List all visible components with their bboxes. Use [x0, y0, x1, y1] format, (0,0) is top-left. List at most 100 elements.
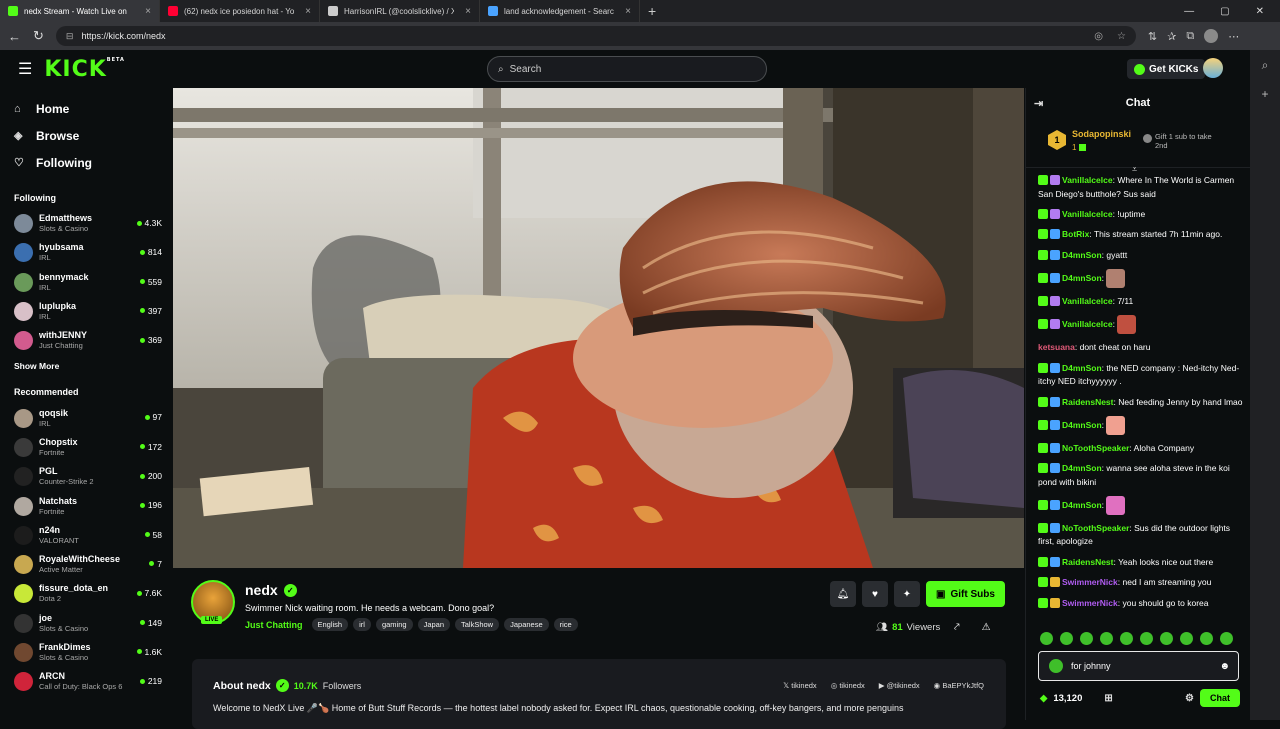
chat-username[interactable]: SwimmerNick: [1062, 598, 1118, 608]
video-player[interactable]: [173, 88, 1024, 568]
chat-username[interactable]: RaidensNest: [1062, 397, 1114, 407]
browser-tab[interactable]: land acknowledgement - Search ×: [480, 0, 640, 22]
instagram-social-link[interactable]: ◎ tikinedx: [831, 681, 865, 690]
sidebar-channel[interactable]: Edmatthews Slots & Casino 4.3K: [14, 209, 172, 238]
chat-username[interactable]: RaidensNest: [1062, 557, 1114, 567]
stream-tag[interactable]: English: [311, 618, 349, 631]
quick-emote-icon[interactable]: [1100, 632, 1113, 645]
chat-username[interactable]: D4mnSon: [1062, 500, 1102, 510]
sidebar-channel[interactable]: Natchats Fortnite 196: [14, 491, 172, 520]
sidebar-channel[interactable]: withJENNY Just Chatting 369: [14, 326, 172, 355]
browser-tab[interactable]: HarrisonIRL (@coolslicklive) / X ×: [320, 0, 480, 22]
chat-username[interactable]: NoToothSpeaker: [1062, 523, 1129, 533]
sidebar-channel[interactable]: joe Slots & Casino 149: [14, 609, 172, 638]
nav-home[interactable]: ⌂ Home: [14, 100, 172, 117]
chat-username[interactable]: Vanillalcelce: [1062, 296, 1113, 306]
user-avatar[interactable]: [1203, 58, 1223, 78]
x-social-link[interactable]: 𝕏 tikinedx: [783, 681, 817, 690]
maximize-icon[interactable]: ▢: [1220, 6, 1229, 17]
new-tab-button[interactable]: +: [640, 3, 664, 19]
collapse-chat-icon[interactable]: ⇥: [1034, 97, 1043, 110]
sidebar-channel[interactable]: FrankDimes Slots & Casino 1.6K: [14, 638, 172, 667]
sidebar-channel[interactable]: PGL Counter-Strike 2 200: [14, 462, 172, 491]
quick-emote-icon[interactable]: [1120, 632, 1133, 645]
quick-emote-icon[interactable]: [1220, 632, 1233, 645]
stream-tag[interactable]: Japanese: [504, 618, 549, 631]
sidebar-channel[interactable]: qoqsik IRL 97: [14, 403, 172, 432]
gift-prompt[interactable]: Gift 1 sub to take 2nd: [1143, 132, 1223, 150]
hamburger-menu-icon[interactable]: ☰: [18, 59, 32, 79]
chat-username[interactable]: Vanillalcelce: [1062, 209, 1113, 219]
chat-settings-icon[interactable]: ⚙: [1185, 693, 1194, 704]
stream-tag[interactable]: rice: [553, 618, 578, 631]
sidebar-channel[interactable]: n24n VALORANT 58: [14, 521, 172, 550]
store-icon[interactable]: ⊞: [1104, 693, 1112, 704]
chat-username[interactable]: D4mnSon: [1062, 250, 1102, 260]
youtube-social-link[interactable]: ▶ @tikinedx: [879, 681, 920, 690]
category-link[interactable]: Just Chatting: [245, 620, 303, 630]
sidebar-channel[interactable]: RoyaleWithCheese Active Matter 7: [14, 550, 172, 579]
gift-subs-button[interactable]: ▣ Gift Subs: [926, 581, 1005, 607]
chat-username[interactable]: NoToothSpeaker: [1062, 443, 1129, 453]
back-icon[interactable]: ←: [8, 29, 21, 44]
chat-username[interactable]: D4mnSon: [1062, 363, 1102, 373]
close-icon[interactable]: ✕: [1256, 6, 1264, 17]
close-tab-icon[interactable]: ×: [465, 6, 471, 17]
browser-tab[interactable]: (62) nedx ice posiedon hat - YouT ×: [160, 0, 320, 22]
add-icon[interactable]: +: [1261, 87, 1268, 101]
report-icon[interactable]: ⚠: [982, 622, 991, 633]
sidebar-channel[interactable]: ARCN Call of Duty: Black Ops 6 219: [14, 667, 172, 696]
close-tab-icon[interactable]: ×: [625, 6, 631, 17]
sidebar-channel[interactable]: hyubsama IRL 814: [14, 238, 172, 267]
stream-tag[interactable]: TalkShow: [455, 618, 500, 631]
follow-button[interactable]: ♥: [862, 581, 888, 607]
stream-tag[interactable]: irl: [353, 618, 371, 631]
browser-tab[interactable]: nedx Stream - Watch Live on ×: [0, 0, 160, 22]
tracking-icon[interactable]: ◎: [1094, 31, 1103, 42]
sidebar-channel[interactable]: Chopstix Fortnite 172: [14, 433, 172, 462]
quick-emote-icon[interactable]: [1080, 632, 1093, 645]
collections-icon[interactable]: ⧉: [1186, 30, 1194, 43]
quick-emote-icon[interactable]: [1060, 632, 1073, 645]
stream-tag[interactable]: gaming: [375, 618, 413, 631]
nav-browse[interactable]: ◈ Browse: [14, 127, 172, 144]
url-field[interactable]: ⊟ https://kick.com/nedx ◎ ☆: [55, 26, 1136, 46]
chat-username[interactable]: Vanillalcelce: [1062, 175, 1113, 185]
close-tab-icon[interactable]: ×: [145, 6, 151, 17]
kick-logo[interactable]: KICKBETA: [44, 57, 125, 82]
nav-following[interactable]: ♡ Following: [14, 154, 172, 171]
quick-emote-icon[interactable]: [1180, 632, 1193, 645]
sidebar-channel[interactable]: fissure_dota_en Dota 2 7.6K: [14, 579, 172, 608]
quick-emote-icon[interactable]: [1140, 632, 1153, 645]
get-kicks-button[interactable]: Get KICKs: [1127, 59, 1206, 79]
chat-username[interactable]: ketsuana: [1038, 342, 1075, 352]
sidebar-channel[interactable]: bennymack IRL 559: [14, 268, 172, 297]
clip-button[interactable]: ✦: [894, 581, 920, 607]
stream-tag[interactable]: Japan: [417, 618, 450, 631]
chat-username[interactable]: D4mnSon: [1062, 273, 1102, 283]
chat-username[interactable]: D4mnSon: [1062, 463, 1102, 473]
chat-username[interactable]: BotRix: [1062, 229, 1089, 239]
sidebar-channel[interactable]: luplupka IRL 397: [14, 297, 172, 326]
profile-avatar[interactable]: [1204, 29, 1219, 43]
discord-social-link[interactable]: ◉ BaEPYkJtfQ: [934, 681, 984, 690]
notification-bell-button[interactable]: 🔔︎: [830, 581, 856, 607]
search-icon[interactable]: ⌕: [1262, 58, 1269, 73]
bookmark-star-icon[interactable]: ☆: [1117, 31, 1126, 42]
chat-username[interactable]: Vanillalcelce: [1062, 319, 1113, 329]
reload-icon[interactable]: ↻: [33, 28, 44, 44]
quick-emote-icon[interactable]: [1200, 632, 1213, 645]
chat-username[interactable]: D4mnSon: [1062, 420, 1102, 430]
emoji-picker-icon[interactable]: ☻: [1219, 661, 1230, 672]
page-info-icon[interactable]: ⊟: [66, 31, 74, 42]
show-more-link[interactable]: Show More: [14, 361, 172, 371]
send-chat-button[interactable]: Chat: [1200, 689, 1240, 707]
close-tab-icon[interactable]: ×: [305, 6, 311, 17]
quick-emote-icon[interactable]: [1040, 632, 1053, 645]
quick-emote-icon[interactable]: [1160, 632, 1173, 645]
chat-username[interactable]: SwimmerNick: [1062, 577, 1118, 587]
channel-name[interactable]: nedx: [245, 582, 278, 598]
top-gifter-name[interactable]: Sodapopinski: [1072, 129, 1131, 139]
share-icon[interactable]: ⤤: [954, 622, 960, 633]
favorites-icon[interactable]: ✰: [1167, 30, 1176, 43]
